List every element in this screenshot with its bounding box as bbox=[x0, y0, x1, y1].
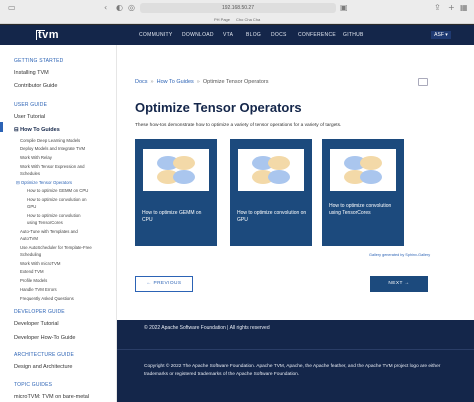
browser-toolbar: ▭ ‹ ◐ ◎ 192.168.50.27 ▣ ⇪ + ▦ PH Page Ch… bbox=[0, 0, 474, 24]
sidebar-sub3-conv-tc[interactable]: How to optimize convolution bbox=[27, 213, 81, 218]
share-icon[interactable]: ⇪ bbox=[434, 3, 441, 13]
sidebar-sub-optimize[interactable]: ⊟ Optimize Tensor Operators bbox=[16, 180, 72, 185]
sidebar-sub3-conv-tc-cont[interactable]: using TensorCores bbox=[27, 220, 63, 225]
sidebar-sub-errors[interactable]: Handle TVM Errors bbox=[20, 287, 57, 292]
sidebar-sub3-conv-gpu[interactable]: How to optimize convolution on bbox=[27, 197, 86, 202]
sidebar-item-how-to[interactable]: ⊟ How To Guides bbox=[14, 127, 60, 133]
card-caption: How to optimize convolution using Tensor… bbox=[329, 203, 392, 216]
card-caption: How to optimize GEMM on CPU bbox=[142, 210, 202, 223]
sidebar-item-user-tutorial[interactable]: User Tutorial bbox=[14, 114, 45, 120]
view-source-icon[interactable] bbox=[418, 78, 428, 86]
sidebar-toggle-icon[interactable]: ▭ bbox=[8, 3, 16, 13]
gallery-card-conv-tc[interactable]: How to optimize convolution using Tensor… bbox=[322, 139, 404, 246]
active-indicator bbox=[0, 122, 3, 132]
section-user-guide: USER GUIDE bbox=[14, 102, 48, 108]
sidebar-sub-te-cont[interactable]: Schedules bbox=[20, 171, 40, 176]
gallery-card-gemm[interactable]: How to optimize GEMM on CPU bbox=[135, 139, 217, 246]
previous-button[interactable]: ← PREVIOUS bbox=[135, 276, 193, 292]
next-label: NEXT bbox=[388, 281, 403, 286]
new-tab-icon[interactable]: + bbox=[448, 3, 455, 13]
sidebar: GETTING STARTED Installing TVM Contribut… bbox=[0, 45, 117, 402]
tab-overview-icon[interactable]: ▦ bbox=[460, 3, 468, 13]
crumb-how-to[interactable]: How To Guides bbox=[157, 79, 194, 85]
crumb-docs[interactable]: Docs bbox=[135, 79, 148, 85]
tab-right[interactable]: Cho Cha Cha bbox=[236, 17, 260, 22]
nav-conference[interactable]: CONFERENCE bbox=[298, 32, 336, 38]
sidebar-sub-compile[interactable]: Compile Deep Learning Models bbox=[20, 138, 80, 143]
sidebar-item-how-to-label: How To Guides bbox=[20, 127, 60, 133]
previous-label: PREVIOUS bbox=[153, 281, 182, 286]
nav-community[interactable]: COMMUNITY bbox=[139, 32, 173, 38]
privacy-icon[interactable]: ◎ bbox=[128, 3, 135, 13]
site-footer: © 2022 Apache Software Foundation | All … bbox=[117, 320, 474, 402]
sidebar-sub-autotune[interactable]: Auto-Tune with Templates and bbox=[20, 229, 78, 234]
extension-icon[interactable]: ▣ bbox=[340, 3, 348, 13]
arrow-left-icon: ← bbox=[146, 281, 152, 286]
section-topic-guides: TOPIC GUIDES bbox=[14, 382, 53, 388]
sidebar-sub-te[interactable]: Work With Tensor Expression and bbox=[20, 164, 85, 169]
section-getting-started: GETTING STARTED bbox=[14, 58, 64, 64]
sidebar-sub-extend[interactable]: Extend TVM bbox=[20, 269, 44, 274]
address-bar[interactable]: 192.168.50.27 bbox=[140, 3, 336, 13]
card-thumbnail-icon bbox=[330, 149, 396, 191]
back-icon[interactable]: ‹ bbox=[104, 3, 107, 13]
section-developer-guide: DEVELOPER GUIDE bbox=[14, 309, 65, 315]
main-content: Docs» How To Guides» Optimize Tensor Opera… bbox=[117, 45, 474, 320]
gallery-card-conv-gpu[interactable]: How to optimize convolution on GPU bbox=[230, 139, 312, 246]
sidebar-item-dev-howto[interactable]: Developer How-To Guide bbox=[14, 335, 75, 341]
nav-docs[interactable]: DOCS bbox=[271, 32, 287, 38]
arrow-right-icon: → bbox=[404, 281, 410, 286]
crumb-current: Optimize Tensor Operators bbox=[202, 79, 269, 85]
card-thumbnail-icon bbox=[238, 149, 304, 191]
sidebar-sub-optimize-label: Optimize Tensor Operators bbox=[20, 180, 73, 185]
sidebar-item-contributor[interactable]: Contributor Guide bbox=[14, 83, 57, 89]
sidebar-item-microtvm[interactable]: microTVM: TVM on bare-metal bbox=[14, 394, 89, 400]
gallery-note[interactable]: Gallery generated by Sphinx-Gallery bbox=[369, 253, 430, 257]
sidebar-sub-deploy[interactable]: Deploy Models and Integrate TVM bbox=[20, 146, 85, 151]
section-architecture: ARCHITECTURE GUIDE bbox=[14, 352, 74, 358]
page-intro: These how-tos demonstrate how to optimiz… bbox=[135, 123, 342, 128]
shield-icon[interactable]: ◐ bbox=[116, 3, 123, 13]
nav-vta[interactable]: VTA bbox=[223, 32, 233, 38]
sidebar-item-installing[interactable]: Installing TVM bbox=[14, 70, 49, 76]
nav-blog[interactable]: BLOG bbox=[246, 32, 261, 38]
sidebar-sub-autoscheduler[interactable]: Use AutoScheduler for Template-Free bbox=[20, 245, 92, 250]
sidebar-sub-autotune-cont[interactable]: AutoTVM bbox=[20, 236, 38, 241]
site-logo[interactable]: tvm bbox=[38, 29, 59, 41]
breadcrumb: Docs» How To Guides» Optimize Tensor Opera… bbox=[135, 79, 268, 85]
sidebar-sub3-conv-gpu-cont[interactable]: GPU bbox=[27, 204, 36, 209]
sidebar-sub-faq[interactable]: Frequently Asked Questions bbox=[20, 296, 74, 301]
sidebar-sub3-gemm[interactable]: How to optimize GEMM on CPU bbox=[27, 188, 88, 193]
footer-copyright: Copyright © 2022 The Apache Software Fou… bbox=[144, 364, 441, 377]
sidebar-sub-profile[interactable]: Profile Models bbox=[20, 278, 47, 283]
card-caption: How to optimize convolution on GPU bbox=[237, 210, 307, 223]
sidebar-sub-autoscheduler-cont[interactable]: Scheduling bbox=[20, 252, 41, 257]
sidebar-sub-microtvm[interactable]: Work With microTVM bbox=[20, 261, 61, 266]
page-title: Optimize Tensor Operators bbox=[135, 100, 302, 115]
nav-github[interactable]: GITHUB bbox=[343, 32, 364, 38]
nav-download[interactable]: DOWNLOAD bbox=[182, 32, 214, 38]
collapse-icon: ⊟ bbox=[14, 127, 19, 133]
sidebar-sub-relay[interactable]: Work With Relay bbox=[20, 155, 52, 160]
tab-left[interactable]: PH Page bbox=[214, 17, 230, 22]
crumb-separator-icon: » bbox=[196, 79, 200, 85]
card-thumbnail-icon bbox=[143, 149, 209, 191]
asf-dropdown[interactable]: ASF ▾ bbox=[431, 31, 451, 39]
footer-divider bbox=[117, 349, 474, 350]
sidebar-item-dev-tutorial[interactable]: Developer Tutorial bbox=[14, 321, 59, 327]
collapse-icon: ⊟ bbox=[16, 180, 20, 185]
crumb-separator-icon: » bbox=[150, 79, 154, 85]
footer-rights: © 2022 Apache Software Foundation | All … bbox=[144, 325, 270, 331]
next-button[interactable]: NEXT → bbox=[370, 276, 428, 292]
asf-label: ASF bbox=[434, 32, 444, 38]
site-header: tvm COMMUNITY DOWNLOAD VTA BLOG DOCS CON… bbox=[0, 25, 474, 45]
sidebar-item-design[interactable]: Design and Architecture bbox=[14, 364, 72, 370]
